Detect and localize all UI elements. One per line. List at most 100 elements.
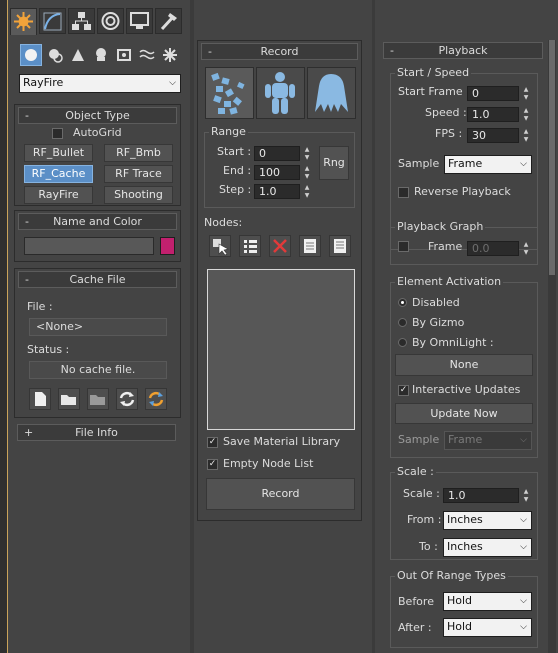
rng-button[interactable]: Rng — [319, 146, 349, 180]
to-dropdown[interactable]: Inches ⌵ — [443, 538, 532, 557]
start-speed-title: Start / Speed — [395, 66, 472, 80]
after-dropdown[interactable]: Hold ⌵ — [443, 618, 532, 637]
new-cache-button[interactable] — [29, 388, 51, 410]
end-input[interactable]: 100 — [254, 165, 300, 180]
scale-input[interactable]: 1.0 — [443, 488, 519, 503]
systems-icon[interactable] — [161, 46, 179, 64]
from-value: Inches — [447, 513, 483, 526]
chevron-down-icon: ⌵ — [520, 596, 527, 606]
tab-modify[interactable] — [39, 8, 66, 34]
sync-cache-button[interactable] — [145, 388, 167, 410]
reverse-playback-label: Reverse Playback — [414, 185, 511, 198]
new-file-icon — [35, 392, 46, 406]
fps-spinner[interactable]: ▲ ▼ — [521, 128, 531, 143]
rf-trace-button[interactable]: RF Trace — [104, 165, 173, 183]
rf-bullet-button[interactable]: RF_Bullet — [24, 144, 93, 162]
object-name-field[interactable] — [24, 237, 154, 255]
display-icon — [130, 12, 149, 29]
end-spinner[interactable]: ▲ ▼ — [302, 165, 312, 180]
rf-bmb-button[interactable]: RF_Bmb — [104, 144, 173, 162]
playback-graph-checkbox[interactable] — [398, 241, 409, 252]
interactive-updates-checkbox[interactable]: ✓ — [398, 385, 409, 396]
rayfire-button[interactable]: RayFire — [24, 186, 93, 204]
reload-cache-button[interactable] — [116, 388, 138, 410]
speed-input[interactable]: 1.0 — [467, 107, 519, 122]
tab-display[interactable] — [126, 8, 153, 34]
node-list-button[interactable] — [239, 235, 261, 257]
start-spinner[interactable]: ▲ ▼ — [302, 146, 312, 161]
shooting-button[interactable]: Shooting — [104, 186, 173, 204]
end-value: 100 — [259, 166, 280, 179]
record-header[interactable]: - Record — [201, 43, 358, 60]
sample-dropdown[interactable]: Frame ⌵ — [444, 155, 532, 174]
step-spinner[interactable]: ▲ ▼ — [302, 184, 312, 199]
scale-spinner[interactable]: ▲ ▼ — [521, 488, 531, 503]
to-label: To : — [419, 540, 438, 553]
pick-nodes-button[interactable] — [209, 235, 231, 257]
before-dropdown[interactable]: Hold ⌵ — [443, 592, 532, 611]
nodes-label: Nodes: — [204, 216, 243, 229]
paste-nodes-button[interactable] — [329, 235, 351, 257]
object-type-title: Object Type — [65, 109, 130, 122]
from-label: From : — [407, 513, 442, 526]
start-input[interactable]: 0 — [254, 146, 300, 161]
file-label: File : — [27, 300, 53, 313]
copy-nodes-button[interactable] — [299, 235, 321, 257]
pick-cursor-icon — [213, 239, 229, 256]
element-activation-group: Element Activation Disabled By Gizmo By … — [390, 275, 538, 458]
disabled-radio[interactable] — [398, 298, 407, 307]
save-material-checkbox[interactable]: ✓ — [207, 437, 218, 448]
playback-header[interactable]: - Playback — [383, 42, 543, 59]
after-label: After : — [398, 621, 432, 634]
from-dropdown[interactable]: Inches ⌵ — [443, 511, 532, 530]
color-swatch[interactable] — [160, 237, 175, 255]
scrollbar-thumb[interactable] — [549, 40, 555, 275]
after-value: Hold — [447, 620, 473, 633]
reverse-playback-checkbox[interactable] — [398, 187, 409, 198]
step-input[interactable]: 1.0 — [254, 184, 300, 199]
graph-frame-input: 0.0 — [467, 241, 519, 256]
name-color-header[interactable]: - Name and Color — [18, 213, 177, 230]
save-cache-button[interactable] — [87, 388, 109, 410]
out-of-range-group: Out Of Range Types Before Hold ⌵ After :… — [390, 569, 538, 648]
autogrid-checkbox[interactable] — [52, 128, 63, 139]
node-listbox[interactable] — [207, 269, 355, 430]
collapse-icon: - — [390, 44, 394, 57]
tab-motion[interactable] — [97, 8, 124, 34]
update-now-button[interactable]: Update Now — [395, 403, 533, 424]
mode-character-button[interactable] — [256, 67, 305, 119]
record-button[interactable]: Record — [206, 478, 355, 510]
object-type-header[interactable]: - Object Type — [18, 107, 177, 124]
mode-cloth-button[interactable] — [307, 67, 356, 119]
category-geometry[interactable] — [20, 44, 42, 66]
helpers-icon[interactable] — [115, 46, 133, 64]
cache-file-header[interactable]: - Cache File — [18, 271, 177, 288]
file-path-field[interactable]: <None> — [29, 318, 167, 336]
speed-spinner[interactable]: ▲ ▼ — [521, 107, 531, 122]
scrollbar-track[interactable] — [548, 40, 556, 653]
playback-graph-title: Playback Graph — [395, 220, 486, 234]
remove-nodes-button[interactable] — [269, 235, 291, 257]
omnilight-pick-button[interactable]: None — [395, 354, 533, 376]
by-gizmo-radio[interactable] — [398, 318, 407, 327]
spacewarps-icon[interactable] — [138, 46, 156, 64]
rf-cache-button[interactable]: RF_Cache — [24, 165, 93, 183]
tab-create[interactable] — [10, 8, 37, 35]
open-cache-button[interactable] — [58, 388, 80, 410]
start-frame-value: 0 — [472, 87, 479, 100]
tab-utilities[interactable] — [155, 8, 182, 34]
start-frame-spinner[interactable]: ▲ ▼ — [521, 86, 531, 101]
start-frame-input[interactable]: 0 — [467, 86, 519, 101]
scale-label: Scale : — [403, 487, 440, 500]
fps-input[interactable]: 30 — [467, 128, 519, 143]
refresh-icon — [119, 391, 135, 407]
tab-hierarchy[interactable] — [68, 8, 95, 34]
lights-icon[interactable] — [69, 46, 87, 64]
category-dropdown[interactable]: RayFire ⌵ — [19, 74, 181, 93]
cameras-icon[interactable] — [92, 46, 110, 64]
by-omnilight-radio[interactable] — [398, 338, 407, 347]
empty-node-checkbox[interactable]: ✓ — [207, 459, 218, 470]
shapes-icon[interactable] — [46, 46, 64, 64]
mode-bricks-button[interactable] — [205, 67, 254, 119]
file-info-header[interactable]: + File Info — [17, 424, 176, 441]
